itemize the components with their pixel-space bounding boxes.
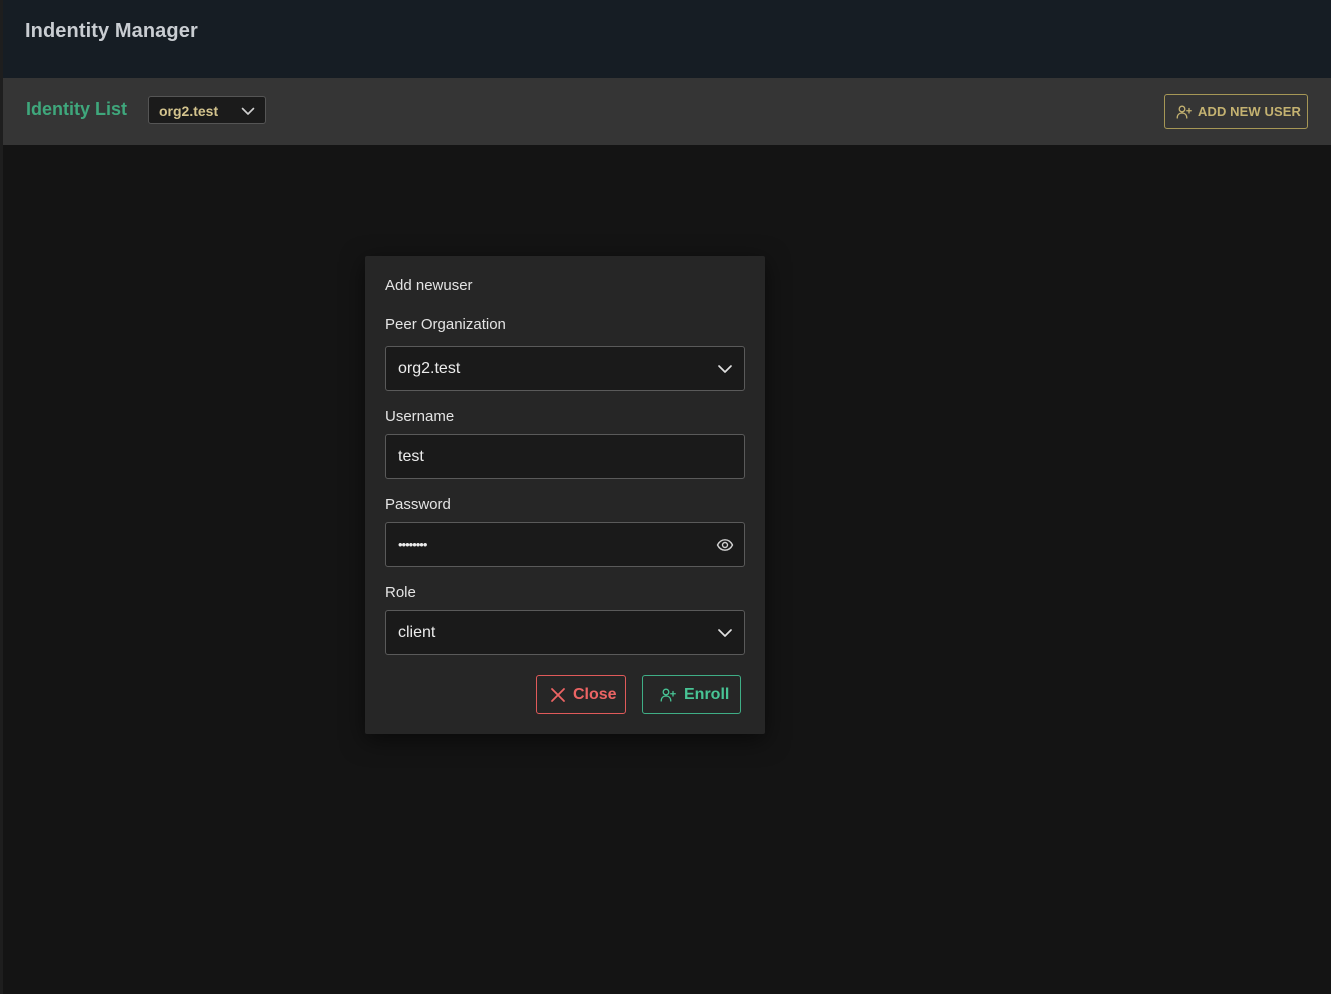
password-value: •••••••• bbox=[398, 537, 427, 552]
username-label: Username bbox=[385, 408, 455, 425]
password-field[interactable]: •••••••• bbox=[385, 522, 745, 567]
org-selector[interactable]: org2.test bbox=[148, 96, 266, 124]
username-field[interactable]: test bbox=[385, 434, 745, 479]
role-select[interactable]: client bbox=[385, 610, 745, 655]
peer-org-label: Peer Organization bbox=[385, 316, 506, 333]
peer-org-value: org2.test bbox=[398, 360, 461, 377]
password-label: Password bbox=[385, 496, 451, 513]
add-new-user-label: ADD NEW USER bbox=[1198, 104, 1302, 119]
chevron-down-icon bbox=[241, 107, 255, 115]
top-app-bar: Indentity Manager bbox=[3, 0, 1331, 78]
role-value: client bbox=[398, 624, 436, 641]
left-edge-border bbox=[0, 0, 3, 994]
identity-list-title: Identity List bbox=[26, 99, 128, 119]
username-value: test bbox=[398, 448, 424, 465]
chevron-down-icon bbox=[718, 629, 732, 637]
peer-org-select[interactable]: org2.test bbox=[385, 346, 745, 391]
add-user-dialog: Add newuser Peer Organization org2.test … bbox=[365, 256, 765, 734]
close-button[interactable]: Close bbox=[536, 675, 626, 714]
chevron-down-icon bbox=[718, 365, 732, 373]
enroll-button[interactable]: Enroll bbox=[642, 675, 741, 714]
enroll-button-label: Enroll bbox=[684, 686, 730, 703]
person-add-icon bbox=[660, 688, 676, 702]
dialog-title: Add newuser bbox=[385, 277, 473, 294]
person-add-icon bbox=[1176, 105, 1192, 119]
app-root: Indentity Manager Identity List org2.tes… bbox=[0, 0, 1331, 994]
role-label: Role bbox=[385, 584, 416, 601]
close-button-label: Close bbox=[573, 686, 617, 703]
add-new-user-button[interactable]: ADD NEW USER bbox=[1164, 94, 1308, 129]
org-selector-value: org2.test bbox=[159, 103, 219, 119]
close-icon bbox=[551, 688, 565, 702]
app-title: Indentity Manager bbox=[25, 20, 198, 42]
eye-icon[interactable] bbox=[716, 536, 734, 554]
identity-list-toolbar: Identity List org2.test ADD NEW USER bbox=[3, 78, 1331, 145]
